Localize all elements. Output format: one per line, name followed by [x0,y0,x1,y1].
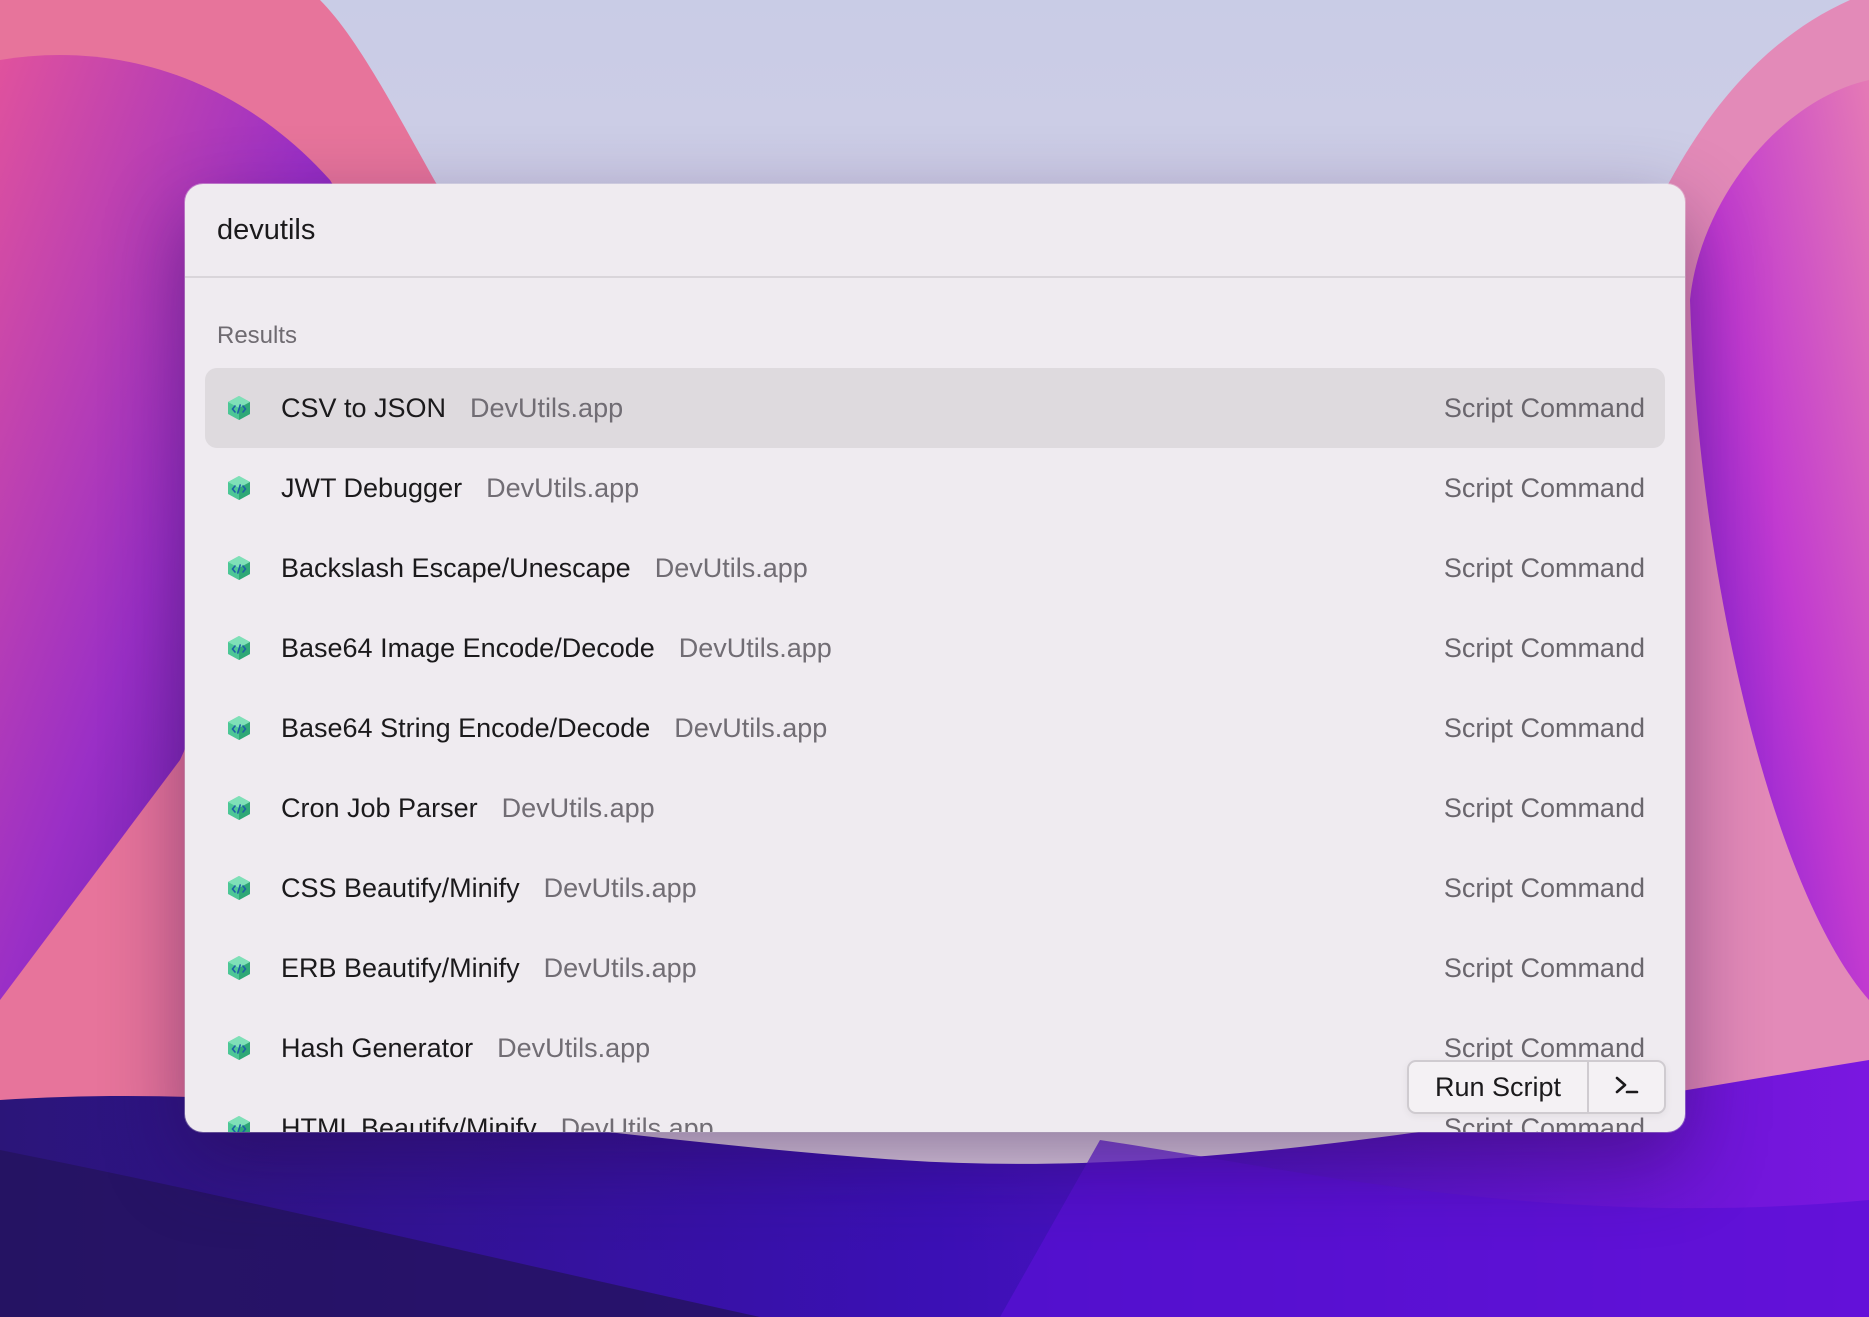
result-type: Script Command [1443,792,1645,823]
result-title-text: Base64 Image Encode/Decode [281,632,655,663]
devutils-icon [226,955,252,981]
result-type: Script Command [1443,1112,1645,1133]
result-subtitle: DevUtils.app [674,712,828,743]
result-subtitle: DevUtils.app [470,392,624,423]
devutils-icon [226,555,252,581]
devutils-icon [226,635,252,661]
devutils-icon [226,395,252,421]
result-title: Cron Job Parser DevUtils.app [281,793,655,824]
result-title: CSS Beautify/Minify DevUtils.app [281,873,697,904]
devutils-icon [226,475,252,501]
result-row[interactable]: Base64 String Encode/Decode DevUtils.app S… [205,688,1665,768]
result-subtitle: DevUtils.app [654,552,808,583]
result-type: Script Command [1443,952,1645,983]
result-row[interactable]: ERB Beautify/Minify DevUtils.app Script Co… [205,928,1665,1008]
devutils-icon [226,1115,252,1132]
result-type: Script Command [1443,472,1645,503]
result-title-text: CSV to JSON [281,392,447,423]
result-type: Script Command [1443,392,1645,423]
result-type: Script Command [1443,712,1645,743]
terminal-button[interactable] [1589,1062,1664,1112]
results-section-title: Results [217,322,298,349]
result-subtitle: DevUtils.app [560,1112,714,1133]
result-title-text: Cron Job Parser [281,792,478,823]
action-panel: Run Script [1407,1060,1666,1114]
result-subtitle: DevUtils.app [543,872,697,903]
result-title: HTML Beautify/Minify DevUtils.app [281,1113,714,1133]
result-type: Script Command [1443,632,1645,663]
result-subtitle: DevUtils.app [678,632,832,663]
result-subtitle: DevUtils.app [501,792,655,823]
terminal-icon [1614,1075,1640,1100]
devutils-icon [226,795,252,821]
result-title: JWT Debugger DevUtils.app [281,473,639,504]
result-title-text: CSS Beautify/Minify [281,872,520,903]
search-input[interactable]: devutils [217,214,315,247]
result-subtitle: DevUtils.app [497,1032,651,1063]
result-subtitle: DevUtils.app [543,952,697,983]
result-subtitle: DevUtils.app [486,472,640,503]
result-title-text: HTML Beautify/Minify [281,1112,537,1133]
result-title-text: JWT Debugger [281,472,463,503]
results-list: CSV to JSON DevUtils.app Script Command JWT… [205,368,1665,1132]
result-type: Script Command [1443,552,1645,583]
result-title: Backslash Escape/Unescape DevUtils.app [281,553,808,584]
result-row[interactable]: Backslash Escape/Unescape DevUtils.app Scr… [205,528,1665,608]
result-row[interactable]: CSV to JSON DevUtils.app Script Command [205,368,1665,448]
result-title-text: Backslash Escape/Unescape [281,552,631,583]
devutils-icon [226,1035,252,1061]
result-title: Base64 Image Encode/Decode DevUtils.app [281,633,832,664]
search-bar[interactable]: devutils [185,184,1685,278]
result-title: ERB Beautify/Minify DevUtils.app [281,953,697,984]
result-type: Script Command [1443,872,1645,903]
result-title: Base64 String Encode/Decode DevUtils.app [281,713,827,744]
result-type: Script Command [1443,1032,1645,1063]
result-row[interactable]: JWT Debugger DevUtils.app Script Command [205,448,1665,528]
result-row[interactable]: CSS Beautify/Minify DevUtils.app Script Co… [205,848,1665,928]
devutils-icon [226,875,252,901]
result-row[interactable]: Base64 Image Encode/Decode DevUtils.app Sc… [205,608,1665,688]
result-title-text: ERB Beautify/Minify [281,952,520,983]
launcher-window: devutils Results CSV to JSON DevUtils.app… [185,184,1685,1132]
devutils-icon [226,715,252,741]
run-script-button[interactable]: Run Script [1409,1062,1589,1112]
result-title: CSV to JSON DevUtils.app [281,393,623,424]
result-title-text: Hash Generator [281,1032,474,1063]
result-title: Hash Generator DevUtils.app [281,1033,650,1064]
result-title-text: Base64 String Encode/Decode [281,712,651,743]
result-row[interactable]: Cron Job Parser DevUtils.app Script Comman… [205,768,1665,848]
